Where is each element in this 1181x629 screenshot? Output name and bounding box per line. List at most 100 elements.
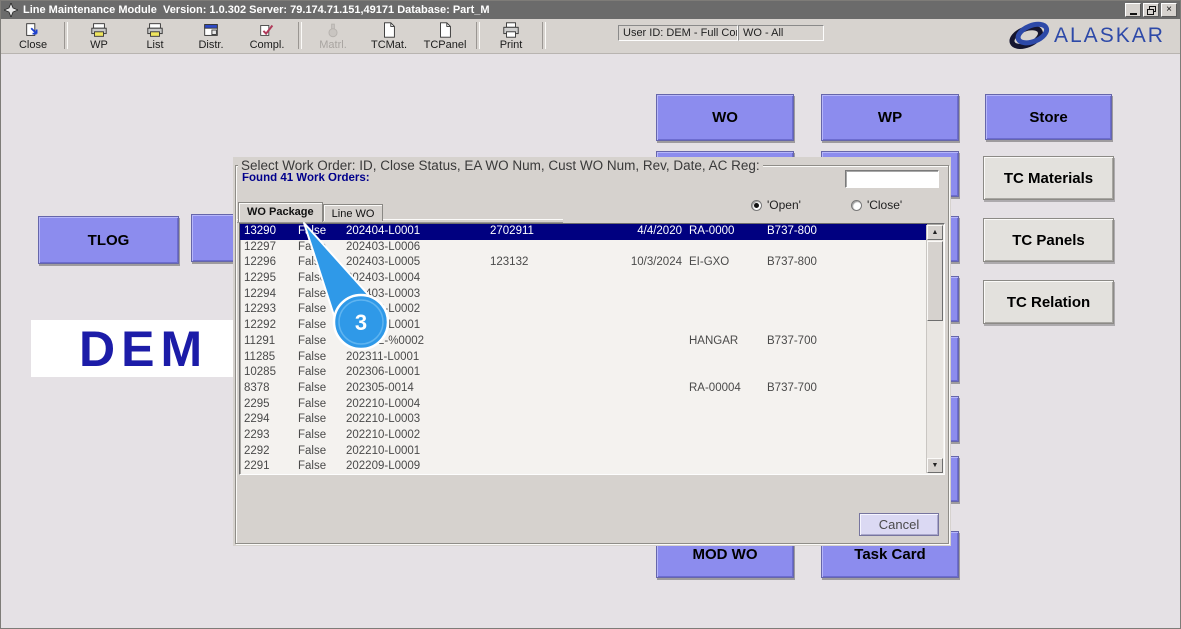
cancel-button[interactable]: Cancel: [859, 513, 939, 536]
wo-button-label: WO: [712, 109, 738, 126]
toolbar-button-label: Matrl.: [319, 38, 347, 51]
brand-text: ALASKAR: [1054, 24, 1165, 47]
list-item[interactable]: 2292 False 202210-L0001: [240, 444, 944, 460]
list-item[interactable]: 12293 False 202403-L0002: [240, 302, 944, 318]
alaskar-swoosh-icon: [1009, 21, 1050, 49]
alaskar-logo: ALASKAR: [1008, 20, 1176, 52]
toolbar-tcpanel-button[interactable]: TCPanel: [417, 20, 473, 51]
wo-button[interactable]: WO: [656, 94, 794, 141]
list-item[interactable]: 2294 False 202210-L0003: [240, 412, 944, 428]
tlog-button-label: TLOG: [87, 231, 130, 249]
toolbar-distr-button[interactable]: Distr.: [183, 20, 239, 51]
complete-icon: [258, 21, 276, 39]
toolbar-close-button[interactable]: Close: [5, 20, 61, 51]
list-item[interactable]: 11285 False 202311-L0001: [240, 350, 944, 366]
dialog-tabs: WO Package Line WO: [238, 199, 384, 222]
close-radio[interactable]: 'Close': [850, 198, 903, 212]
open-radio[interactable]: 'Open': [751, 198, 801, 212]
scroll-down-icon: ▼: [931, 462, 939, 469]
window-icon: [202, 21, 220, 39]
list-item[interactable]: 13290 False 202404-L0001 2702911 4/4/2020 RA-…: [240, 224, 927, 240]
list-item[interactable]: 8378 False 202305-0014 RA-00004 B737-700: [240, 381, 944, 397]
toolbar: Close WP List Distr. Compl. Matrl. TCMat…: [1, 19, 1180, 54]
printer-icon: [90, 21, 108, 39]
toolbar-list-button[interactable]: List: [127, 20, 183, 51]
list-item[interactable]: 2293 False 202210-L0002: [240, 428, 944, 444]
tc-relation-label: TC Relation: [1006, 293, 1091, 311]
toolbar-button-label: List: [146, 38, 164, 51]
exit-icon: [24, 21, 42, 39]
scroll-up-icon: ▲: [931, 229, 939, 236]
window-controls: ×: [1125, 3, 1177, 17]
document-icon: [380, 21, 398, 39]
list-item[interactable]: 2295 False 202210-L0004: [240, 397, 944, 413]
select-work-order-dialog: Select Work Order: ID, Close Status, EA …: [233, 157, 951, 546]
tab-line-wo[interactable]: Line WO: [322, 204, 384, 221]
minimize-icon: [1129, 6, 1137, 15]
toolbar-separator: [476, 22, 480, 49]
list-item[interactable]: 12297 False 202403-L0006: [240, 240, 944, 256]
list-item[interactable]: 12294 False 202403-L0003: [240, 287, 944, 303]
wo-scope-field: WO - All: [738, 25, 824, 41]
print-icon: [502, 21, 520, 39]
app-window: Line Maintenance Module Version: 1.0.302…: [0, 0, 1181, 629]
close-radio-label: 'Close': [866, 198, 903, 212]
list-item[interactable]: 12295 False 202403-L0004: [240, 271, 944, 287]
title-bar[interactable]: Line Maintenance Module Version: 1.0.302…: [1, 1, 1180, 19]
toolbar-separator: [64, 22, 68, 49]
materials-icon: [324, 21, 342, 39]
toolbar-separator: [298, 22, 302, 49]
tlog-button[interactable]: TLOG: [38, 216, 179, 264]
app-icon: [4, 3, 18, 17]
printer-icon: [146, 21, 164, 39]
dialog-title: Select Work Order: ID, Close Status, EA …: [238, 158, 763, 173]
list-scrollbar[interactable]: ▲ ▼: [926, 225, 943, 473]
tc-relation-button[interactable]: TC Relation: [983, 280, 1114, 324]
list-item[interactable]: 2291 False 202209-L0009: [240, 459, 944, 474]
found-count-label: Found 41 Work Orders:: [242, 172, 370, 184]
toolbar-button-label: Compl.: [249, 38, 285, 51]
store-button-label: Store: [1029, 108, 1068, 126]
scrollbar-thumb[interactable]: [927, 241, 943, 321]
filter-input[interactable]: [845, 170, 939, 188]
open-radio-label: 'Open': [767, 198, 801, 212]
store-button[interactable]: Store: [985, 94, 1112, 140]
close-window-button[interactable]: ×: [1161, 3, 1177, 17]
toolbar-button-label: Distr.: [198, 38, 224, 51]
tc-materials-label: TC Materials: [1003, 169, 1094, 187]
list-item[interactable]: 12292 False 202403-L0001: [240, 318, 944, 334]
user-id-field: User ID: DEM - Full Control: [618, 25, 738, 41]
toolbar-button-label: Print: [499, 38, 523, 51]
cancel-button-label: Cancel: [878, 517, 920, 532]
task-card-label: Task Card: [854, 546, 926, 563]
radio-icon: [850, 199, 862, 211]
scroll-up-button[interactable]: ▲: [927, 225, 943, 240]
toolbar-tcmat-button[interactable]: TCMat.: [361, 20, 417, 51]
toolbar-matrl-button: Matrl.: [305, 20, 361, 51]
radio-icon: [751, 199, 762, 211]
tab-wo-package[interactable]: WO Package: [238, 202, 323, 222]
list-item[interactable]: 11291 False 202312-%0002 HANGAR B737-700: [240, 334, 944, 350]
close-icon: ×: [1166, 4, 1172, 15]
tc-materials-button[interactable]: TC Materials: [983, 156, 1114, 200]
wp-button[interactable]: WP: [821, 94, 959, 141]
toolbar-button-label: TCMat.: [370, 38, 408, 51]
mod-wo-label: MOD WO: [692, 546, 758, 563]
toolbar-compl-button[interactable]: Compl.: [239, 20, 295, 51]
list-item[interactable]: 12296 False 202403-L0005 123132 10/3/2024 EI-…: [240, 255, 944, 271]
restore-button[interactable]: [1143, 3, 1159, 17]
tc-panels-label: TC Panels: [1012, 231, 1085, 249]
restore-icon: [1146, 5, 1156, 15]
minimize-button[interactable]: [1125, 3, 1141, 17]
wp-button-label: WP: [877, 109, 903, 126]
toolbar-print-button[interactable]: Print: [483, 20, 539, 51]
window-title: Line Maintenance Module Version: 1.0.302…: [23, 4, 490, 16]
tc-panels-button[interactable]: TC Panels: [983, 218, 1114, 262]
toolbar-wp-button[interactable]: WP: [71, 20, 127, 51]
wo-list: 13290 False 202404-L0001 2702911 4/4/2020 RA-…: [239, 223, 945, 475]
toolbar-separator: [542, 22, 546, 49]
toolbar-button-label: Close: [18, 38, 48, 51]
list-item[interactable]: 10285 False 202306-L0001: [240, 365, 944, 381]
scroll-down-button[interactable]: ▼: [927, 458, 943, 473]
toolbar-button-label: TCPanel: [423, 38, 467, 51]
